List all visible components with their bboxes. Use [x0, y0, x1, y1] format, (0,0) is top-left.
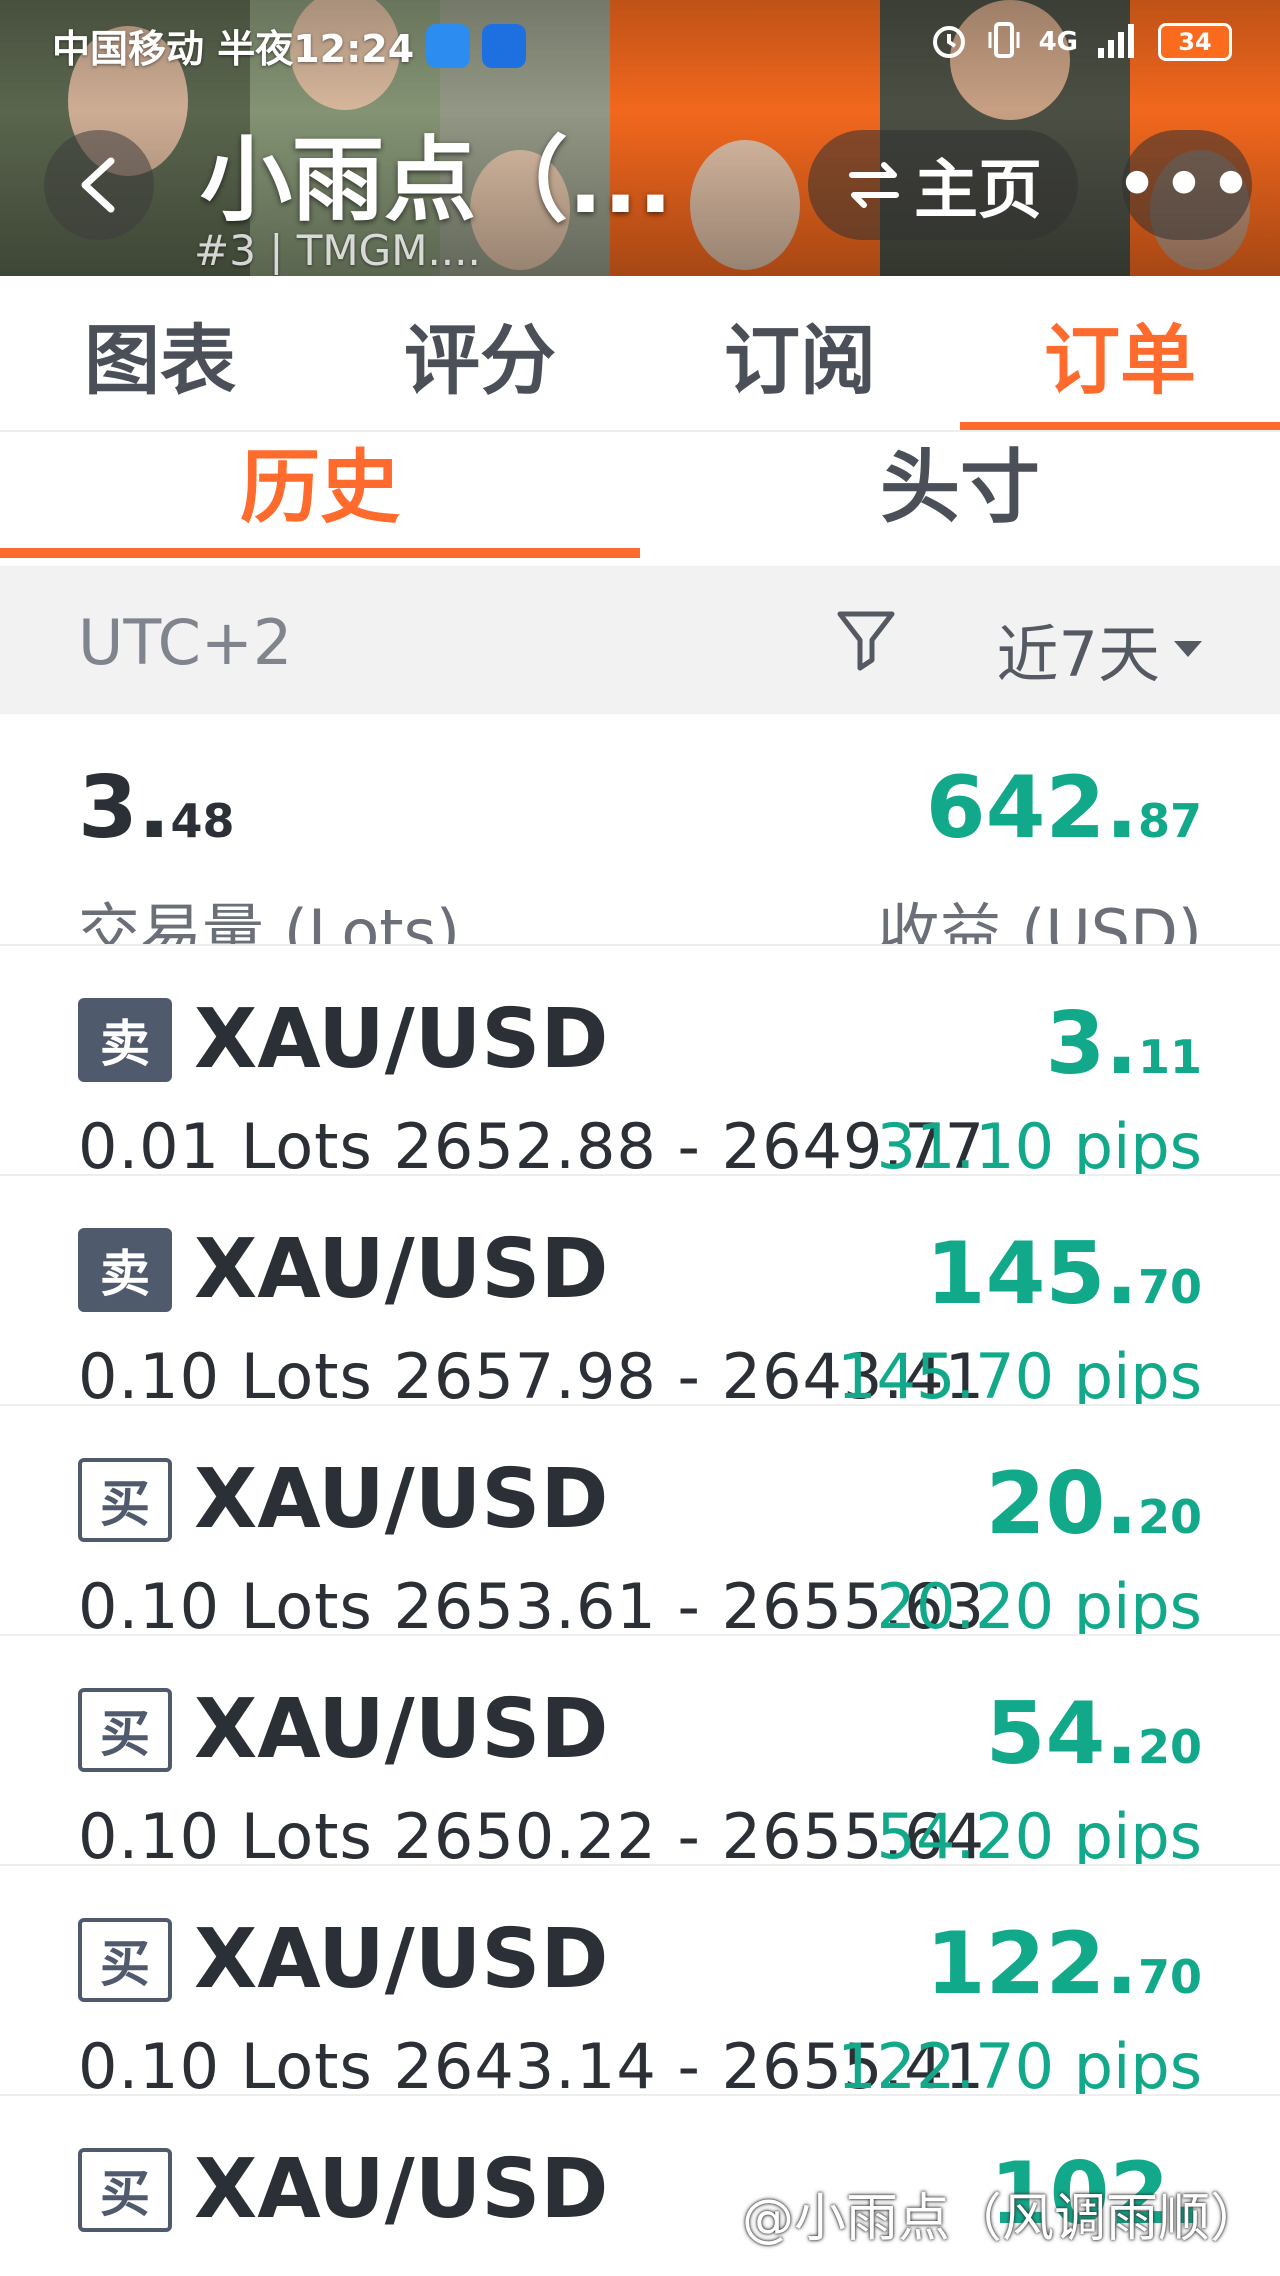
main-tab-bar: 图表 评分 订阅 订单	[0, 276, 1280, 432]
order-symbol: XAU/USD	[194, 992, 609, 1087]
summary-panel: 3.48 642.87 交易量 (Lots) 收益 (USD)	[0, 714, 1280, 946]
order-detail: 0.10 Lots 2650.22 - 2655.64	[78, 1800, 986, 1866]
side-badge: 买	[78, 2148, 172, 2232]
order-pips: 122.70 pips	[837, 2030, 1202, 2096]
tab-subscribe[interactable]: 订阅	[640, 276, 960, 432]
signal-icon	[1096, 20, 1140, 64]
vibrate-icon	[987, 20, 1021, 64]
watermark: @小雨点（风调雨顺）	[741, 2189, 1262, 2249]
period-dropdown[interactable]: 近7天	[997, 604, 1202, 694]
chevron-left-icon	[81, 157, 115, 213]
profile-header: 中国移动 半夜12:24 4G 34 小雨点（... #3 | TMGM....…	[0, 0, 1280, 276]
tab-chart[interactable]: 图表	[0, 276, 320, 432]
filter-bar: UTC+2 近7天	[0, 566, 1280, 714]
home-button[interactable]: 主页	[808, 130, 1078, 240]
carrier-time: 中国移动 半夜12:24	[52, 27, 415, 71]
alarm-icon	[929, 20, 969, 64]
order-symbol: XAU/USD	[194, 1912, 609, 2007]
total-profit: 642.87	[925, 758, 1202, 858]
battery-icon: 34	[1158, 23, 1232, 61]
profit-label: 收益 (USD)	[877, 896, 1202, 946]
volume-label: 交易量 (Lots)	[78, 896, 461, 946]
swap-icon	[849, 162, 899, 208]
order-pips: 20.20 pips	[876, 1570, 1202, 1636]
total-volume: 3.48	[78, 758, 235, 858]
status-bar: 中国移动 半夜12:24 4G 34	[0, 0, 1280, 90]
order-pips: 54.20 pips	[876, 1800, 1202, 1866]
order-detail: 0.10 Lots 2653.61 - 2655.63	[78, 1570, 986, 1636]
order-row[interactable]: 卖 XAU/USD 3.11 0.01 Lots 2652.88 - 2649.…	[0, 946, 1280, 1176]
order-row[interactable]: 卖 XAU/USD 145.70 0.10 Lots 2657.98 - 264…	[0, 1176, 1280, 1406]
order-symbol: XAU/USD	[194, 1682, 609, 1777]
more-button[interactable]: •••	[1117, 130, 1252, 240]
sub-tab-bar: 历史 头寸	[0, 432, 1280, 558]
order-profit: 122.70	[925, 1914, 1202, 2014]
side-badge: 买	[78, 1458, 172, 1542]
tab-rating[interactable]: 评分	[320, 276, 640, 432]
side-badge: 卖	[78, 1228, 172, 1312]
order-profit: 145.70	[925, 1224, 1202, 1324]
order-detail: 0.01 Lots 2652.88 - 2649.77	[78, 1110, 986, 1176]
trader-nickname: 小雨点（...	[200, 127, 673, 234]
trader-rank: #3 | TMGM....	[194, 226, 481, 275]
side-badge: 买	[78, 1918, 172, 2002]
order-list: 卖 XAU/USD 3.11 0.01 Lots 2652.88 - 2649.…	[0, 946, 1280, 2276]
order-pips: 31.10 pips	[876, 1110, 1202, 1176]
order-symbol: XAU/USD	[194, 1222, 609, 1317]
order-pips: 145.70 pips	[837, 1340, 1202, 1406]
period-label: 近7天	[996, 618, 1160, 691]
order-symbol: XAU/USD	[194, 1452, 609, 1547]
tab-history[interactable]: 历史	[0, 432, 640, 558]
caret-down-icon	[1174, 641, 1202, 657]
back-button[interactable]	[44, 130, 154, 240]
tab-orders[interactable]: 订单	[960, 276, 1280, 432]
tab-positions[interactable]: 头寸	[640, 432, 1280, 558]
network-type: 4G	[1038, 27, 1078, 57]
timezone-label[interactable]: UTC+2	[78, 606, 292, 679]
filter-icon[interactable]	[836, 608, 896, 676]
home-label: 主页	[914, 154, 1042, 228]
side-badge: 买	[78, 1688, 172, 1772]
side-badge: 卖	[78, 998, 172, 1082]
order-symbol: XAU/USD	[194, 2142, 609, 2237]
order-profit: 3.11	[1045, 994, 1202, 1094]
order-row[interactable]: 买 XAU/USD 54.20 0.10 Lots 2650.22 - 2655…	[0, 1636, 1280, 1866]
order-profit: 20.20	[985, 1454, 1202, 1554]
chat-app-icon	[426, 23, 471, 68]
more-icon: •••	[1116, 148, 1258, 222]
order-profit: 54.20	[985, 1684, 1202, 1784]
notification-app-icon	[482, 23, 527, 68]
order-row[interactable]: 买 XAU/USD 20.20 0.10 Lots 2653.61 - 2655…	[0, 1406, 1280, 1636]
order-row[interactable]: 买 XAU/USD 122.70 0.10 Lots 2643.14 - 265…	[0, 1866, 1280, 2096]
